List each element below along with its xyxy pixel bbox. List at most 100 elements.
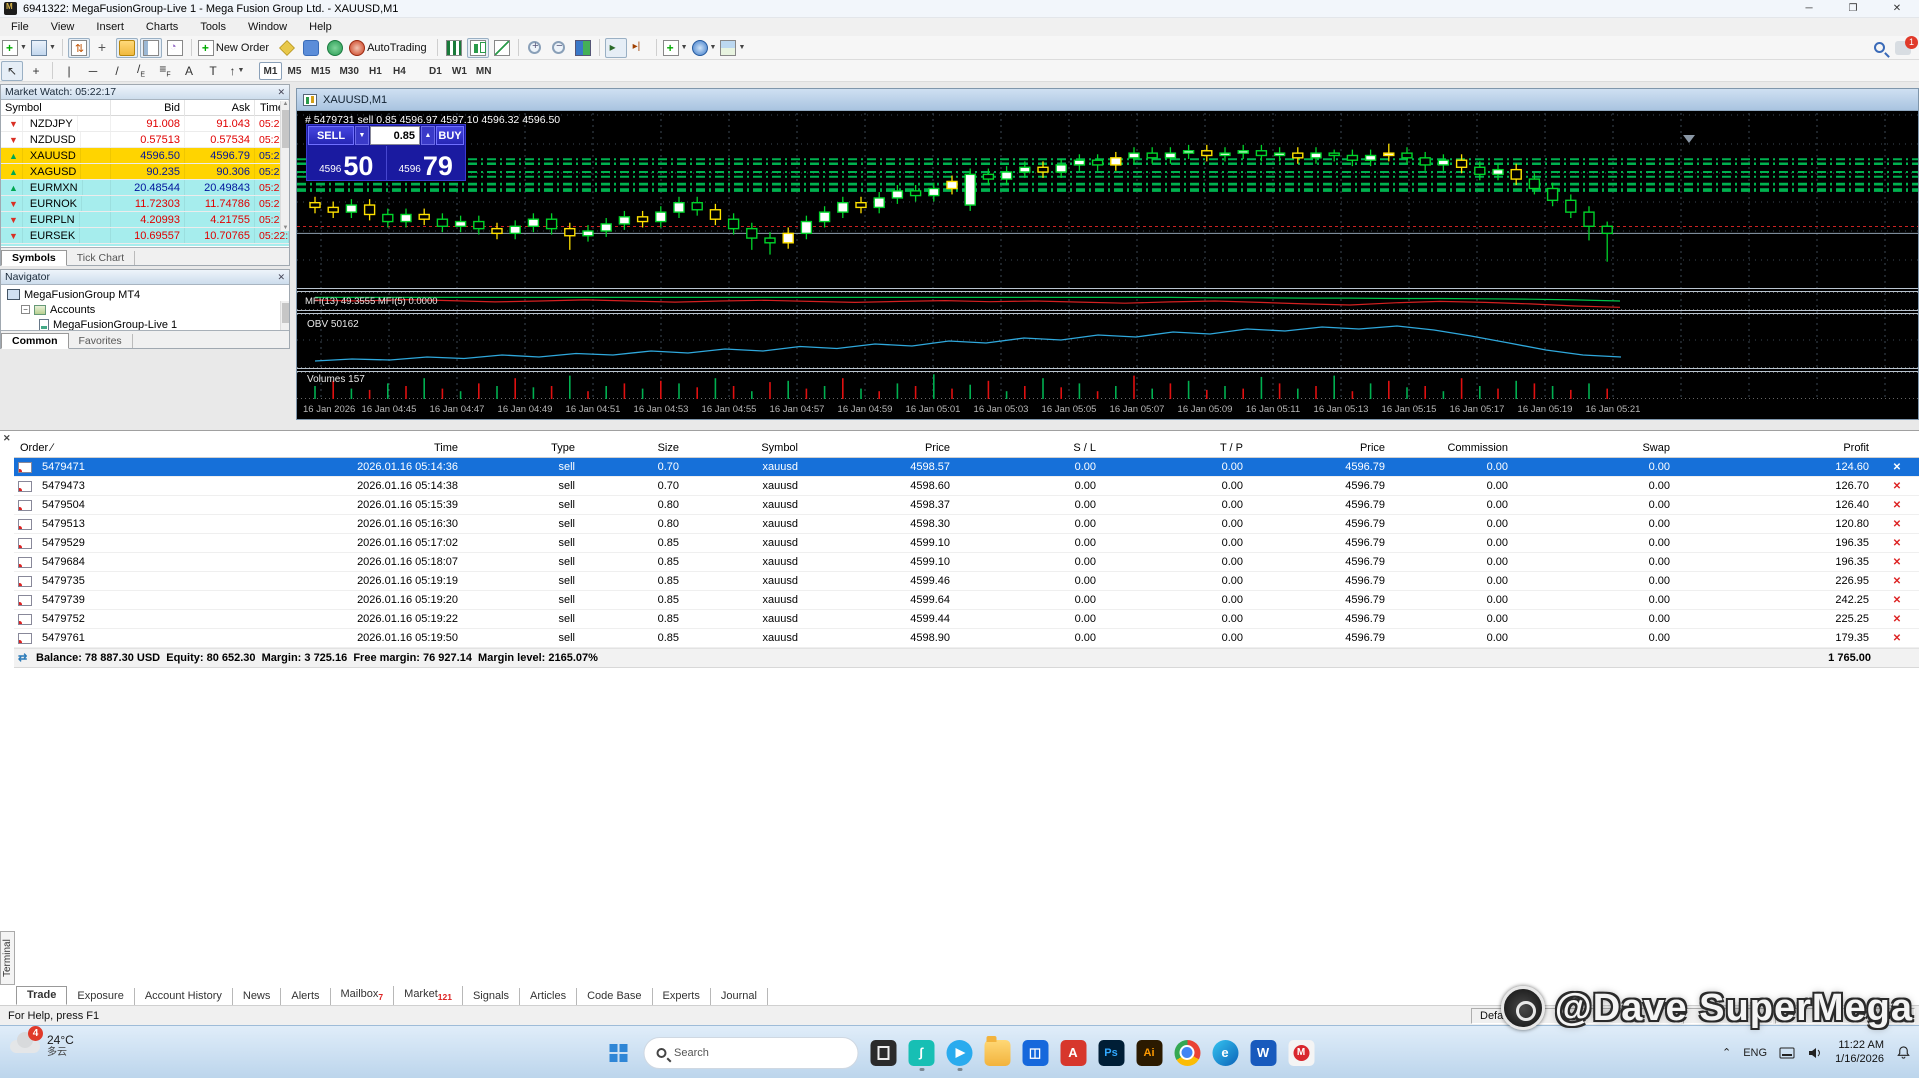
orders-column-swap[interactable]: Swap — [1514, 439, 1676, 458]
close-order-icon[interactable]: ✕ — [1875, 553, 1919, 571]
menu-window[interactable]: Window — [237, 18, 298, 36]
terminal-close-icon[interactable]: ✕ — [3, 433, 11, 444]
orders-column-size[interactable]: Size — [581, 439, 685, 458]
arrows-tool[interactable]: ↑ ▼ — [226, 61, 248, 81]
text-label-tool[interactable]: T — [202, 61, 224, 81]
timeframe-w1[interactable]: W1 — [448, 62, 471, 80]
market-watch-close-icon[interactable]: ✕ — [277, 87, 285, 98]
close-order-icon[interactable]: ✕ — [1875, 534, 1919, 552]
candlestick-chart-button[interactable] — [466, 37, 489, 58]
close-order-icon[interactable]: ✕ — [1875, 610, 1919, 628]
timeframe-m30[interactable]: M30 — [335, 62, 362, 80]
navigator-header[interactable]: Navigator ✕ — [1, 270, 289, 285]
collapse-icon[interactable]: − — [21, 305, 30, 314]
zoom-in-button[interactable] — [524, 38, 546, 58]
column-symbol[interactable]: Symbol — [1, 100, 111, 116]
market-watch-row[interactable]: ▼EURSEK10.6955710.7076505:22:16 — [1, 228, 289, 244]
navigator-item-accounts[interactable]: − Accounts — [5, 302, 289, 317]
timeframe-m1[interactable]: M1 — [259, 61, 282, 80]
terminal-tab-trade[interactable]: Trade — [16, 986, 68, 1005]
terminal-tab-market[interactable]: Market121 — [394, 985, 463, 1005]
new-chart-button[interactable]: ▼ — [1, 38, 28, 58]
horizontal-line-tool[interactable]: ─ — [82, 61, 104, 81]
edge-icon[interactable]: e — [1206, 1033, 1244, 1073]
acrobat-icon[interactable]: A — [1054, 1033, 1092, 1073]
restore-button[interactable]: ❐ — [1831, 0, 1875, 18]
chart-shift-button[interactable] — [629, 38, 651, 58]
timeframe-d1[interactable]: D1 — [424, 62, 447, 80]
menu-help[interactable]: Help — [298, 18, 343, 36]
market-watch-tab-tick-chart[interactable]: Tick Chart — [67, 251, 136, 265]
close-order-icon[interactable]: ✕ — [1875, 572, 1919, 590]
market-watch-row[interactable]: ▼NZDUSD0.575130.5753405:22:15 — [1, 132, 289, 148]
language-indicator[interactable]: ENG — [1743, 1047, 1767, 1059]
terminal-tab-mailbox[interactable]: Mailbox7 — [331, 985, 395, 1005]
orders-column-symbol[interactable]: Symbol — [685, 439, 804, 458]
weather-widget[interactable]: 4 24°C 多云 — [10, 1025, 74, 1059]
column-ask[interactable]: Ask — [185, 100, 255, 116]
close-order-icon[interactable]: ✕ — [1875, 477, 1919, 495]
navigator-tab-favorites[interactable]: Favorites — [69, 334, 133, 348]
order-row[interactable]: 5479761 2026.01.16 05:19:50 sell 0.85 xauusd… — [14, 629, 1919, 648]
chrome-icon[interactable] — [1168, 1033, 1206, 1073]
price-chart[interactable]: # 5479731 sell 0.85 4596.97 4597.10 4596… — [297, 111, 1918, 419]
photoshop-icon[interactable]: Ps — [1092, 1033, 1130, 1073]
menu-view[interactable]: View — [40, 18, 86, 36]
cursor-tool[interactable]: ↖ — [1, 60, 23, 81]
vertical-line-tool[interactable]: | — [58, 61, 80, 81]
close-order-icon[interactable]: ✕ — [1875, 515, 1919, 533]
market-watch-header[interactable]: Market Watch: 05:22:17 ✕ — [1, 85, 289, 100]
close-order-icon[interactable]: ✕ — [1875, 629, 1919, 647]
search-icon[interactable] — [1874, 42, 1885, 53]
buy-button[interactable]: BUY — [436, 126, 464, 145]
tray-chevron-icon[interactable]: ⌃ — [1722, 1046, 1731, 1059]
close-order-icon[interactable]: ✕ — [1875, 591, 1919, 609]
market-watch-row[interactable]: ▲EURMXN20.4854420.4984305:22:16 — [1, 180, 289, 196]
buy-price[interactable]: 4596 79 — [387, 146, 466, 180]
profiles-button[interactable]: ▼ — [30, 38, 57, 58]
orders-column-price[interactable]: Price — [804, 439, 956, 458]
market-watch-toggle[interactable] — [67, 37, 90, 58]
folder-icon[interactable] — [978, 1033, 1016, 1073]
start-button[interactable] — [599, 1033, 637, 1073]
timeframe-mn[interactable]: MN — [472, 62, 496, 80]
autotrading-button[interactable]: AutoTrading — [348, 38, 432, 58]
templates-button[interactable]: ▼ — [719, 38, 746, 58]
terminal-tab-code-base[interactable]: Code Base — [577, 988, 653, 1005]
shark-app-icon[interactable]: ʃ — [902, 1033, 940, 1073]
minimize-button[interactable]: ─ — [1787, 0, 1831, 18]
chart-titlebar[interactable]: XAUUSD,M1 — [297, 89, 1918, 111]
menu-tools[interactable]: Tools — [189, 18, 237, 36]
strategy-tester-button[interactable] — [164, 38, 186, 58]
timeframe-m5[interactable]: M5 — [283, 62, 306, 80]
volume-down-button[interactable]: ▼ — [355, 126, 369, 145]
data-window-button[interactable] — [92, 38, 114, 58]
close-button[interactable]: ✕ — [1875, 0, 1919, 18]
timeframe-m15[interactable]: M15 — [307, 62, 334, 80]
word-icon[interactable]: W — [1244, 1033, 1282, 1073]
volume-input[interactable]: 0.85 — [370, 126, 420, 145]
navigator-close-icon[interactable]: ✕ — [277, 272, 285, 283]
new-order-button[interactable]: New Order — [197, 38, 274, 58]
terminal-tab-articles[interactable]: Articles — [520, 988, 578, 1005]
illustrator-icon[interactable]: Ai — [1130, 1033, 1168, 1073]
notifications-icon[interactable]: 1 — [1895, 35, 1918, 55]
market-watch-row[interactable]: ▼NZDJPY91.00891.04305:22:16 — [1, 116, 289, 132]
reader-app-icon[interactable]: ◫ — [1016, 1033, 1054, 1073]
notification-bell-icon[interactable] — [1896, 1045, 1911, 1060]
taskbar-clock[interactable]: 11:22 AM 1/16/2026 — [1835, 1039, 1884, 1067]
orders-column-s-l[interactable]: S / L — [956, 439, 1102, 458]
mega-icon[interactable] — [1282, 1033, 1320, 1073]
volume-icon[interactable] — [1807, 1046, 1823, 1060]
orders-column-profit[interactable]: Profit — [1676, 439, 1875, 458]
orders-column-type[interactable]: Type — [464, 439, 581, 458]
orders-column-price[interactable]: Price — [1249, 439, 1391, 458]
expert-advisors-button[interactable] — [300, 38, 322, 58]
signals-button[interactable] — [324, 38, 346, 58]
sell-price[interactable]: 4596 50 — [307, 146, 387, 180]
market-watch-scrollbar[interactable]: ▲ ▼ — [280, 101, 289, 231]
order-row[interactable]: 5479752 2026.01.16 05:19:22 sell 0.85 xauusd… — [14, 610, 1919, 629]
orders-column-time[interactable]: Time — [154, 439, 464, 458]
taskbar-search[interactable]: Search — [643, 1036, 858, 1069]
order-row[interactable]: 5479471 2026.01.16 05:14:36 sell 0.70 xauusd… — [14, 458, 1919, 477]
